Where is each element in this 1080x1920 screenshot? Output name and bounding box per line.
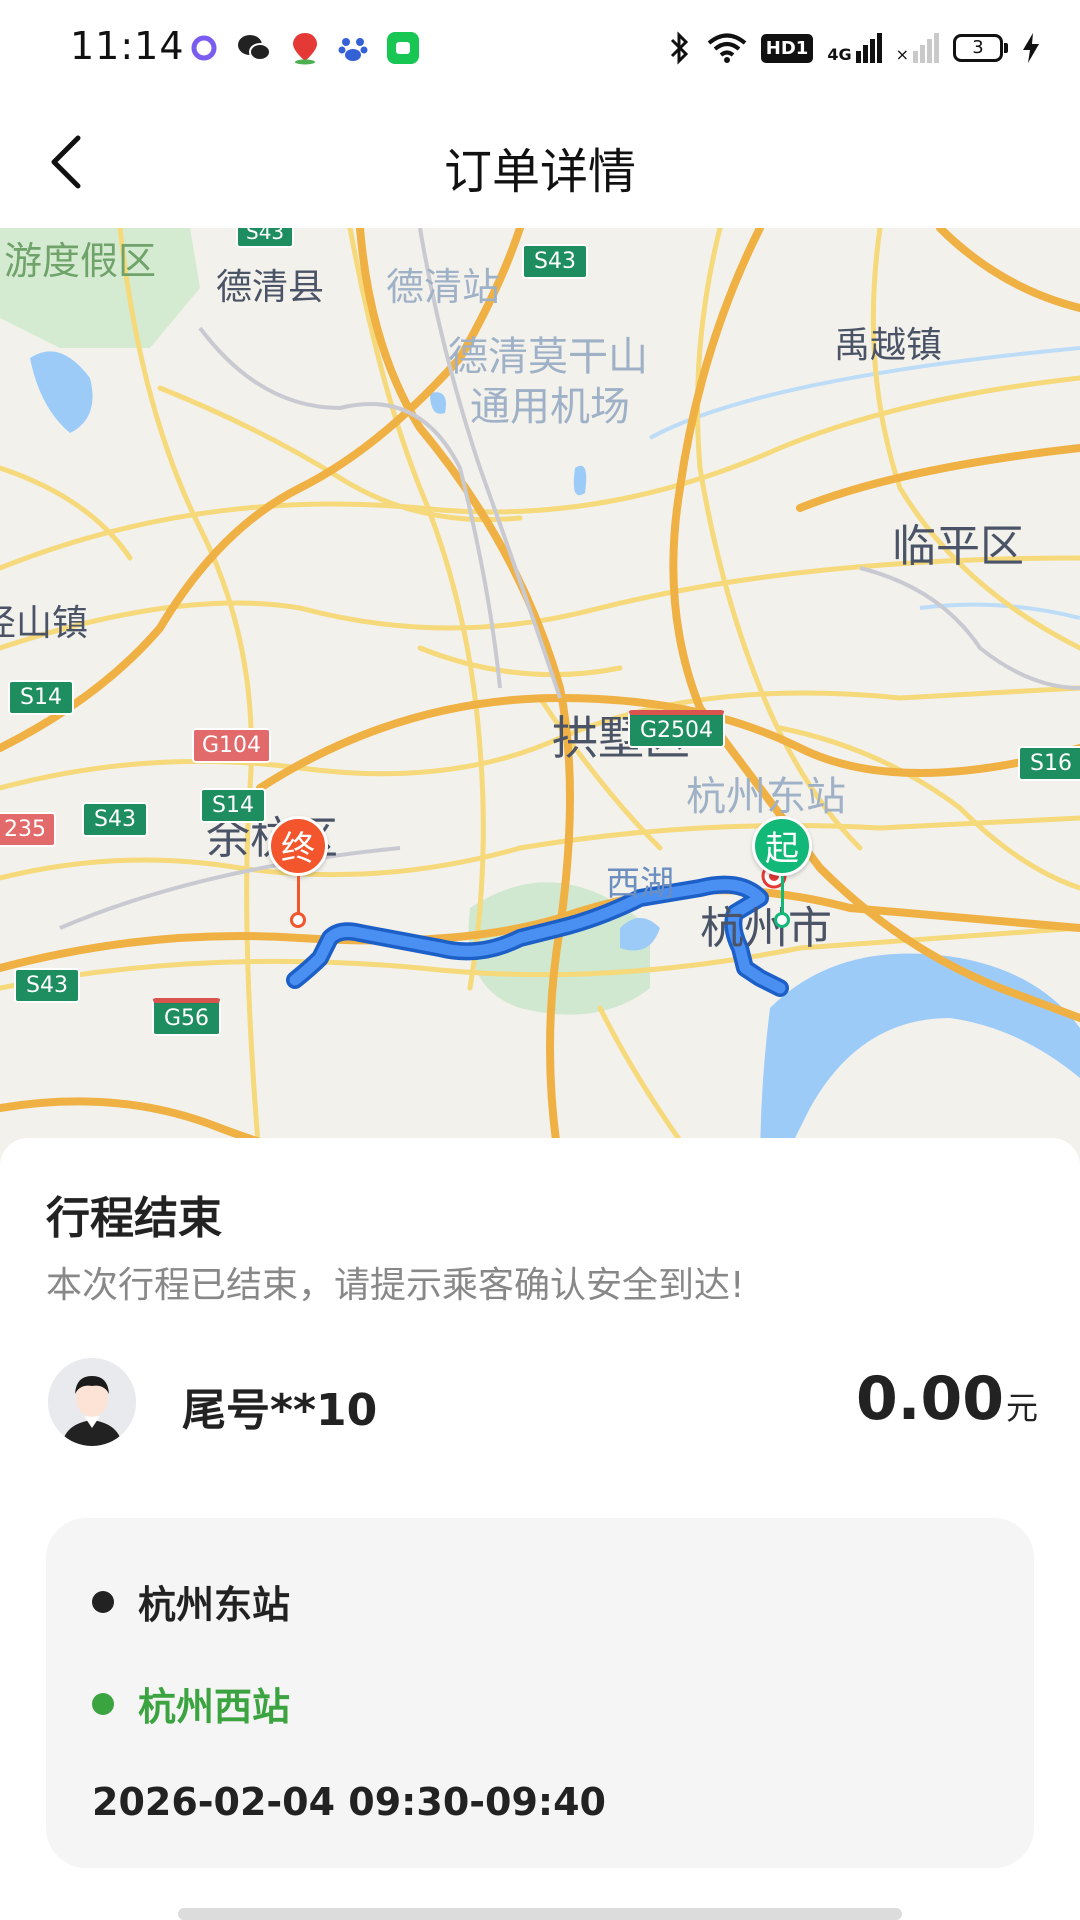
hd-badge: HD1: [760, 33, 814, 63]
destination-row: 杭州西站: [92, 1676, 290, 1731]
status-bar: 11:14 HD1 4G × 3: [0, 0, 1080, 96]
app-green-icon: [387, 32, 419, 64]
start-point-dot: [774, 912, 790, 928]
person-icon: [48, 1358, 136, 1446]
shield-s16: S16: [1018, 746, 1080, 781]
end-marker: 终: [268, 816, 330, 928]
circle-app-icon: [191, 35, 217, 61]
shield-s14-left: S14: [8, 680, 74, 715]
passenger-avatar: [48, 1358, 136, 1446]
trip-status-message: 本次行程已结束，请提示乘客确认安全到达!: [46, 1265, 745, 1306]
fare-unit: 元: [1005, 1389, 1038, 1427]
system-icons: HD1 4G × 3: [667, 28, 1040, 68]
trip-time-range: 2026-02-04 09:30-09:40: [92, 1780, 606, 1824]
shield-g56: G56: [152, 998, 222, 1036]
signal-4g-icon: 4G: [827, 33, 882, 64]
page-title: 订单详情: [443, 144, 636, 200]
route-map[interactable]: 游度假区 德清县 德清站 德清莫干山 通用机场 禹越镇 临平区 径山镇 拱墅区 …: [0, 228, 1080, 1168]
origin-dot-icon: [92, 1590, 114, 1613]
app-bar: 订单详情: [0, 96, 1080, 228]
map-label-west-lake: 西湖: [606, 864, 674, 904]
trip-detail-card: 行程结束 本次行程已结束，请提示乘客确认安全到达! 尾号**10 0.00元 杭…: [0, 1138, 1080, 1920]
origin-name: 杭州东站: [138, 1583, 291, 1627]
baidu-icon: [338, 38, 368, 61]
map-label-resort: 游度假区: [4, 239, 157, 283]
shield-s14-mid: S14: [200, 788, 266, 823]
end-marker-label: 终: [268, 816, 328, 876]
fare-amount: 0.00: [855, 1364, 1004, 1434]
map-label-deqing-county: 德清县: [216, 267, 325, 308]
wechat-icon: [238, 35, 271, 61]
trip-status-title: 行程结束: [46, 1193, 222, 1244]
end-point-dot: [290, 912, 306, 928]
shield-s43-top2: S43: [522, 244, 588, 279]
passenger-label: 尾号**10: [182, 1385, 378, 1436]
shield-g2504: G2504: [628, 710, 726, 748]
route-summary: 杭州东站 杭州西站 2026-02-04 09:30-09:40: [46, 1518, 1034, 1868]
map-label-hangzhou-east: 杭州东站: [686, 774, 846, 820]
shield-s43-mid: S43: [82, 802, 148, 837]
start-marker: 起: [752, 816, 814, 928]
map-label-jingshan: 径山镇: [0, 603, 89, 644]
map-label-deqing-station: 德清站: [386, 265, 501, 309]
map-label-airport-2: 通用机场: [470, 384, 630, 430]
status-time: 11:14: [70, 24, 185, 68]
wifi-icon: [707, 33, 747, 63]
shield-g104: G104: [192, 728, 272, 763]
destination-dot-icon: [92, 1692, 114, 1715]
signal-empty-icon: ×: [896, 33, 939, 63]
map-label-linping: 临平区: [892, 521, 1024, 572]
network-type: 4G: [827, 45, 852, 64]
fare: 0.00元: [856, 1364, 1038, 1434]
charging-icon: [1023, 33, 1039, 63]
origin-row: 杭州东站: [92, 1574, 290, 1629]
baidu-map-icon: [293, 33, 317, 65]
bottom-sheet-handle[interactable]: [178, 1908, 902, 1920]
destination-name: 杭州西站: [138, 1685, 291, 1729]
battery-icon: 3: [953, 34, 1008, 62]
bluetooth-icon: [670, 31, 688, 65]
notification-icons: [190, 28, 420, 68]
shield-s43-bottom: S43: [14, 968, 80, 1003]
start-marker-label: 起: [752, 816, 812, 876]
shield-235: 235: [0, 812, 56, 847]
shield-s43-top: S43: [236, 228, 295, 248]
map-label-yuyue: 禹越镇: [834, 325, 943, 366]
